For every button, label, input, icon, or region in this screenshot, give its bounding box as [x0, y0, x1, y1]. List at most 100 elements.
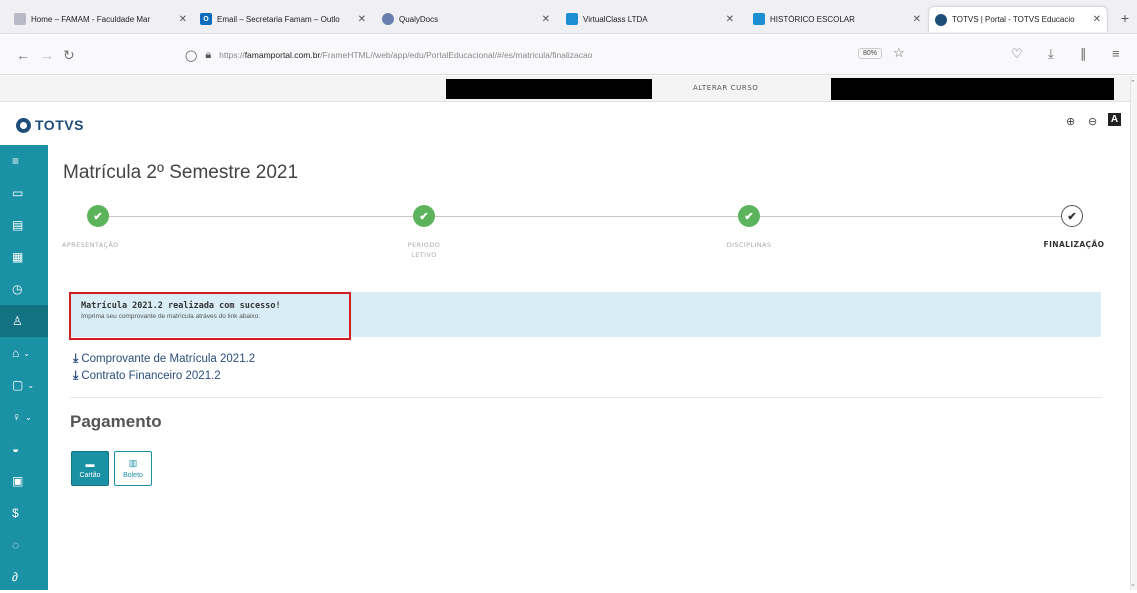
document-icon: ▣: [12, 474, 24, 488]
browser-tab[interactable]: QualyDocs ✕: [376, 6, 556, 32]
user-add-icon: ♙: [12, 314, 23, 328]
sidebar-item-enrollment[interactable]: ♙: [0, 305, 48, 337]
page-scrollbar[interactable]: [1130, 76, 1137, 590]
tab-favicon-icon: [566, 13, 578, 25]
tab-favicon-icon: [382, 13, 394, 25]
hamburger-menu-icon[interactable]: ≡: [1112, 46, 1120, 61]
tab-favicon-icon: [14, 13, 26, 25]
sidebar-item-financial[interactable]: $: [0, 497, 48, 529]
dollar-icon: $: [12, 506, 19, 520]
bookmark-star-icon[interactable]: ☆: [893, 45, 905, 61]
tab-title: Home – FAMAM - Faculdade Mar: [31, 14, 151, 24]
browser-tab[interactable]: Home – FAMAM - Faculdade Mar ✕: [8, 6, 193, 32]
tab-title: TOTVS | Portal - TOTVS Educacio: [952, 15, 1075, 24]
section-divider: [70, 397, 1102, 398]
url-bar[interactable]: ◯ 🔒︎ https:// famamportal.com.br /FrameH…: [185, 42, 745, 68]
zoom-level[interactable]: 80%: [858, 48, 883, 59]
library-icon[interactable]: ∥: [1080, 46, 1087, 62]
forward-icon[interactable]: →: [40, 47, 54, 63]
step-2-check-icon: ✔: [413, 205, 435, 227]
graduation-icon: ⌂: [12, 346, 20, 360]
totvs-logo-icon: [16, 117, 31, 133]
redacted-block: [446, 79, 652, 99]
payment-option-label: Cartão: [79, 471, 101, 479]
sidebar-item-chat[interactable]: ◌: [0, 529, 48, 561]
close-icon[interactable]: ✕: [1093, 14, 1101, 25]
menu-icon: ≡: [12, 154, 20, 168]
scroll-up-icon[interactable]: ⌃: [1130, 79, 1136, 87]
payment-section-title: Pagamento: [70, 412, 162, 431]
browser-tab[interactable]: HISTÓRICO ESCOLAR ✕: [747, 6, 927, 32]
payment-option-label: Boleto: [123, 472, 143, 479]
download-icon[interactable]: ⤓: [1048, 46, 1054, 62]
page-title: Matrícula 2º Semestre 2021: [63, 162, 299, 183]
sidebar-item-calendar[interactable]: ▤: [0, 209, 48, 241]
new-tab-icon[interactable]: +: [1121, 10, 1129, 26]
financial-contract-link[interactable]: ⤓ Contrato Financeiro 2021.2: [73, 368, 221, 383]
step-3-label: DISCIPLINAS: [712, 240, 786, 250]
sidebar-item-inbox[interactable]: ◒: [0, 433, 48, 465]
step-4-label: FINALIZAÇÃO: [1035, 240, 1113, 250]
reload-icon[interactable]: ↻: [63, 47, 75, 64]
barcode-icon: ▥: [128, 458, 138, 468]
scroll-down-icon[interactable]: ⌄: [1130, 580, 1136, 588]
zoom-out-icon[interactable]: ⊖: [1088, 115, 1097, 128]
link-label: Comprovante de Matrícula 2021.2: [81, 352, 256, 365]
download-icon: ⤓: [73, 351, 79, 365]
tab-title: QualyDocs: [399, 14, 439, 24]
inbox-icon: ◒: [12, 442, 20, 456]
chevron-down-icon: ⌄: [27, 380, 35, 390]
text-size-button[interactable]: A: [1108, 113, 1121, 126]
link-label: Contrato Financeiro 2021.2: [81, 369, 221, 382]
totvs-logo[interactable]: TOTVS: [16, 117, 84, 133]
tab-title: VirtualClass LTDA: [583, 14, 648, 24]
close-icon[interactable]: ✕: [542, 14, 550, 25]
close-icon[interactable]: ✕: [726, 14, 734, 25]
tab-title: Email – Secretaria Famam – Outlo: [217, 14, 340, 24]
sidebar-item-academic[interactable]: ⌂ ⌄: [0, 337, 48, 369]
download-icon: ⤓: [73, 368, 79, 382]
step-label-text: APRESENTAÇÃO: [62, 241, 119, 249]
calendar-icon: ▤: [12, 218, 24, 232]
sidebar-item-grid[interactable]: ▦: [0, 241, 48, 273]
logo-text: TOTVS: [35, 117, 84, 133]
lightbulb-icon: ♀: [12, 410, 21, 424]
step-label-text: PERÍODO: [407, 241, 441, 249]
payment-card-button[interactable]: ▬ Cartão: [71, 451, 109, 486]
sidebar-item-monitor[interactable]: ▭: [0, 177, 48, 209]
close-icon[interactable]: ✕: [179, 14, 187, 25]
browser-tab-active[interactable]: TOTVS | Portal - TOTVS Educacio ✕: [928, 6, 1108, 32]
browser-tab[interactable]: O Email – Secretaria Famam – Outlo ✕: [194, 6, 372, 32]
chevron-down-icon: ⌄: [23, 348, 30, 358]
close-icon[interactable]: ✕: [358, 14, 366, 25]
url-host: famamportal.com.br: [244, 50, 321, 60]
tab-favicon-icon: [753, 13, 765, 25]
sidebar-item-clipboard[interactable]: ▢ ⌄: [0, 369, 48, 401]
sidebar-item-documents[interactable]: ▣: [0, 465, 48, 497]
step-1-check-icon: ✔: [87, 205, 109, 227]
enrollment-receipt-link[interactable]: ⤓ Comprovante de Matrícula 2021.2: [73, 351, 255, 366]
stepper-line: [98, 216, 1070, 217]
sidebar-item-menu[interactable]: ≡: [0, 145, 48, 177]
payment-boleto-button[interactable]: ▥ Boleto: [114, 451, 152, 486]
zoom-in-icon[interactable]: ⊕: [1066, 115, 1075, 128]
sidebar: ≡ ▭ ▤ ▦ ◷ ♙ ⌂ ⌄ ▢ ⌄ ♀ ⌄ ◒ ▣ $ ◌ ∂: [0, 145, 48, 590]
shield-icon: ◯: [185, 49, 198, 62]
portal-header: TOTVS ⊕ ⊖ A: [0, 103, 1130, 145]
chat-icon: ◌: [12, 538, 20, 552]
step-label-text: DISCIPLINAS: [726, 241, 772, 249]
step-4-check-icon: ✔: [1061, 205, 1083, 227]
close-icon[interactable]: ✕: [913, 14, 921, 25]
pocket-icon[interactable]: ♡: [1011, 46, 1023, 62]
sidebar-item-link[interactable]: ∂: [0, 561, 48, 593]
change-course-link[interactable]: ALTERAR CURSO: [693, 84, 759, 92]
step-label-text: LETIVO: [411, 251, 437, 259]
browser-tab[interactable]: VirtualClass LTDA ✕: [560, 6, 740, 32]
tab-favicon-icon: [935, 13, 947, 26]
sidebar-item-ideas[interactable]: ♀ ⌄: [0, 401, 48, 433]
step-2-label: PERÍODO LETIVO: [394, 240, 454, 260]
sidebar-item-clock[interactable]: ◷: [0, 273, 48, 305]
annotation-highlight: [69, 292, 351, 340]
step-label-text: FINALIZAÇÃO: [1043, 240, 1105, 249]
back-icon[interactable]: ←: [16, 47, 30, 63]
